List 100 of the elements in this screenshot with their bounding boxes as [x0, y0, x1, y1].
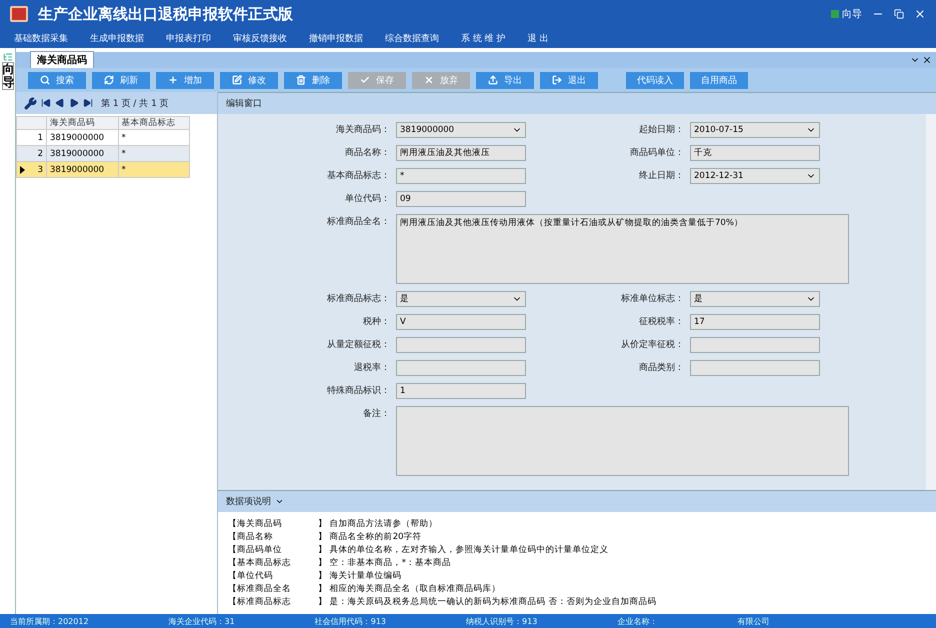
combo-box[interactable]: 2010-07-15	[690, 122, 820, 138]
text-field[interactable]: *	[396, 168, 526, 184]
description-text: 】 商品名全称的前20字符	[318, 531, 422, 543]
column-header: 基本商品标志	[118, 116, 190, 130]
field-label: 税种：	[362, 316, 391, 329]
search-icon	[40, 75, 50, 85]
field-label: 特殊商品标识：	[326, 384, 391, 398]
status-text: 海关企业代码：31	[168, 616, 235, 626]
text-field[interactable]	[690, 360, 820, 376]
text-field[interactable]: 17	[690, 314, 820, 330]
text-field[interactable]	[396, 360, 526, 376]
field-label: 基本商品标志：	[326, 170, 391, 183]
field-label: 从价定率征税：	[620, 338, 685, 352]
field-label: 征税税率：	[638, 316, 685, 329]
table-cell[interactable]: *	[118, 146, 190, 162]
collapse-icon[interactable]	[275, 497, 284, 506]
previous-icon[interactable]	[55, 98, 65, 108]
first-page-icon[interactable]	[41, 98, 51, 108]
field-label: 单位代码：	[344, 192, 391, 206]
field-label: 退税率：	[353, 362, 391, 375]
text-field[interactable]	[396, 337, 526, 353]
description-text: 】 相应的海关商品全名（取自标准商品码库）	[318, 583, 501, 595]
description-term: 【基本商品标志	[228, 557, 292, 569]
text-field[interactable]	[690, 337, 820, 353]
combo-box[interactable]: 是	[690, 291, 820, 307]
trash-icon	[296, 75, 306, 85]
description-term: 【商品码单位	[228, 544, 283, 556]
table-cell[interactable]: 3819000000	[46, 146, 118, 162]
menu-item[interactable]: 生成申报数据	[90, 32, 144, 44]
table-cell[interactable]: *	[118, 130, 190, 146]
close-icon[interactable]	[922, 55, 932, 65]
description-term: 【单位代码	[228, 570, 274, 582]
field-label: 终止日期：	[638, 170, 685, 183]
description-text: 】 具体的单位名称，左对齐输入，参照海关计量单位码中的计量单位定义	[318, 544, 609, 556]
status-text: 当前所属期：202012	[10, 616, 89, 626]
side-tab[interactable]: 向导	[2, 62, 14, 90]
text-area[interactable]: 闸用液压油及其他液压传动用液体（按重量计石油或从矿物提取的油类含量低于70%）	[396, 214, 849, 284]
restore-icon[interactable]	[894, 9, 904, 19]
exit-icon	[552, 75, 562, 85]
window-title: 生产企业离线出口退税申报软件正式版	[38, 4, 294, 24]
text-field[interactable]: 1	[396, 383, 526, 399]
description-term: 【商品名称	[228, 531, 274, 543]
combo-box[interactable]: 是	[396, 291, 526, 307]
close-icon[interactable]	[914, 8, 926, 20]
menu-item[interactable]: 系 统 维 护	[461, 32, 506, 44]
description-term: 【标准商品标志	[228, 596, 292, 608]
edit-icon	[232, 75, 242, 85]
tab[interactable]: 海关商品码	[30, 51, 94, 68]
row-number: 2	[16, 146, 46, 162]
field-label: 商品类别：	[638, 362, 685, 375]
description-text: 】 自加商品方法请参（帮助）	[318, 518, 438, 530]
field-label: 从量定额征税：	[326, 338, 391, 352]
row-number: 3	[16, 162, 46, 178]
upload-icon	[488, 75, 498, 85]
panel-title: 编辑窗口	[226, 98, 262, 110]
status-text: 企业名称：	[617, 616, 658, 626]
text-field[interactable]: V	[396, 314, 526, 330]
description-text: 】 空：非基本商品，*：基本商品	[318, 557, 451, 569]
panel-title: 数据项说明	[226, 496, 271, 508]
check-icon	[360, 75, 370, 85]
combo-box[interactable]: 3819000000	[396, 122, 526, 138]
field-label: 海关商品码：	[335, 124, 391, 137]
description-term: 【海关商品码	[228, 518, 283, 530]
status-text: 有限公司	[737, 616, 770, 626]
field-label: 商品名称：	[344, 146, 391, 160]
field-label: 备注：	[362, 408, 391, 421]
field-label: 起始日期：	[638, 124, 685, 137]
table-cell[interactable]: 3819000000	[46, 130, 118, 146]
page-indicator: 第 1 页 / 共 1 页	[101, 98, 169, 110]
row-number: 1	[16, 130, 46, 146]
description-term: 【标准商品全名	[228, 583, 292, 595]
menu-item[interactable]: 申报表打印	[166, 32, 211, 44]
text-field[interactable]: 09	[396, 191, 526, 207]
menu-item[interactable]: 撤销申报数据	[309, 32, 363, 44]
column-header: 海关商品码	[46, 116, 118, 130]
text-field[interactable]: 闸用液压油及其他液压	[396, 145, 526, 161]
next-icon[interactable]	[69, 98, 79, 108]
status-text: 社会信用代码：913	[314, 616, 386, 626]
menu-item[interactable]: 综合数据查询	[385, 32, 439, 44]
combo-box[interactable]: 2012-12-31	[690, 168, 820, 184]
app-logo-icon	[10, 6, 28, 22]
menu-item[interactable]: 基础数据采集	[14, 32, 68, 44]
description-text: 】 海关计量单位编码	[318, 570, 402, 582]
tree-icon	[2, 52, 12, 62]
description-text: 】 是：海关原码及税务总局统一确认的新码为标准商品码 否：否则为企业自加商品码	[318, 596, 656, 608]
field-label: 标准单位标志：	[620, 292, 685, 306]
field-label: 标准商品标志：	[326, 292, 391, 306]
menu-item[interactable]: 审核反馈接收	[233, 32, 287, 44]
guide-button[interactable]: 向导	[831, 7, 862, 21]
table-cell[interactable]: 3819000000	[46, 162, 118, 178]
field-label: 商品码单位：	[629, 146, 685, 160]
close-icon	[424, 75, 434, 85]
menu-item[interactable]: 退 出	[528, 32, 548, 44]
table-cell[interactable]: *	[118, 162, 190, 178]
settings-icon[interactable]	[24, 96, 37, 110]
row-pointer-icon	[20, 166, 25, 174]
text-field[interactable]: 千克	[690, 145, 820, 161]
field-label: 标准商品全名：	[326, 216, 391, 229]
plus-icon	[168, 75, 178, 85]
last-page-icon[interactable]	[83, 98, 93, 108]
